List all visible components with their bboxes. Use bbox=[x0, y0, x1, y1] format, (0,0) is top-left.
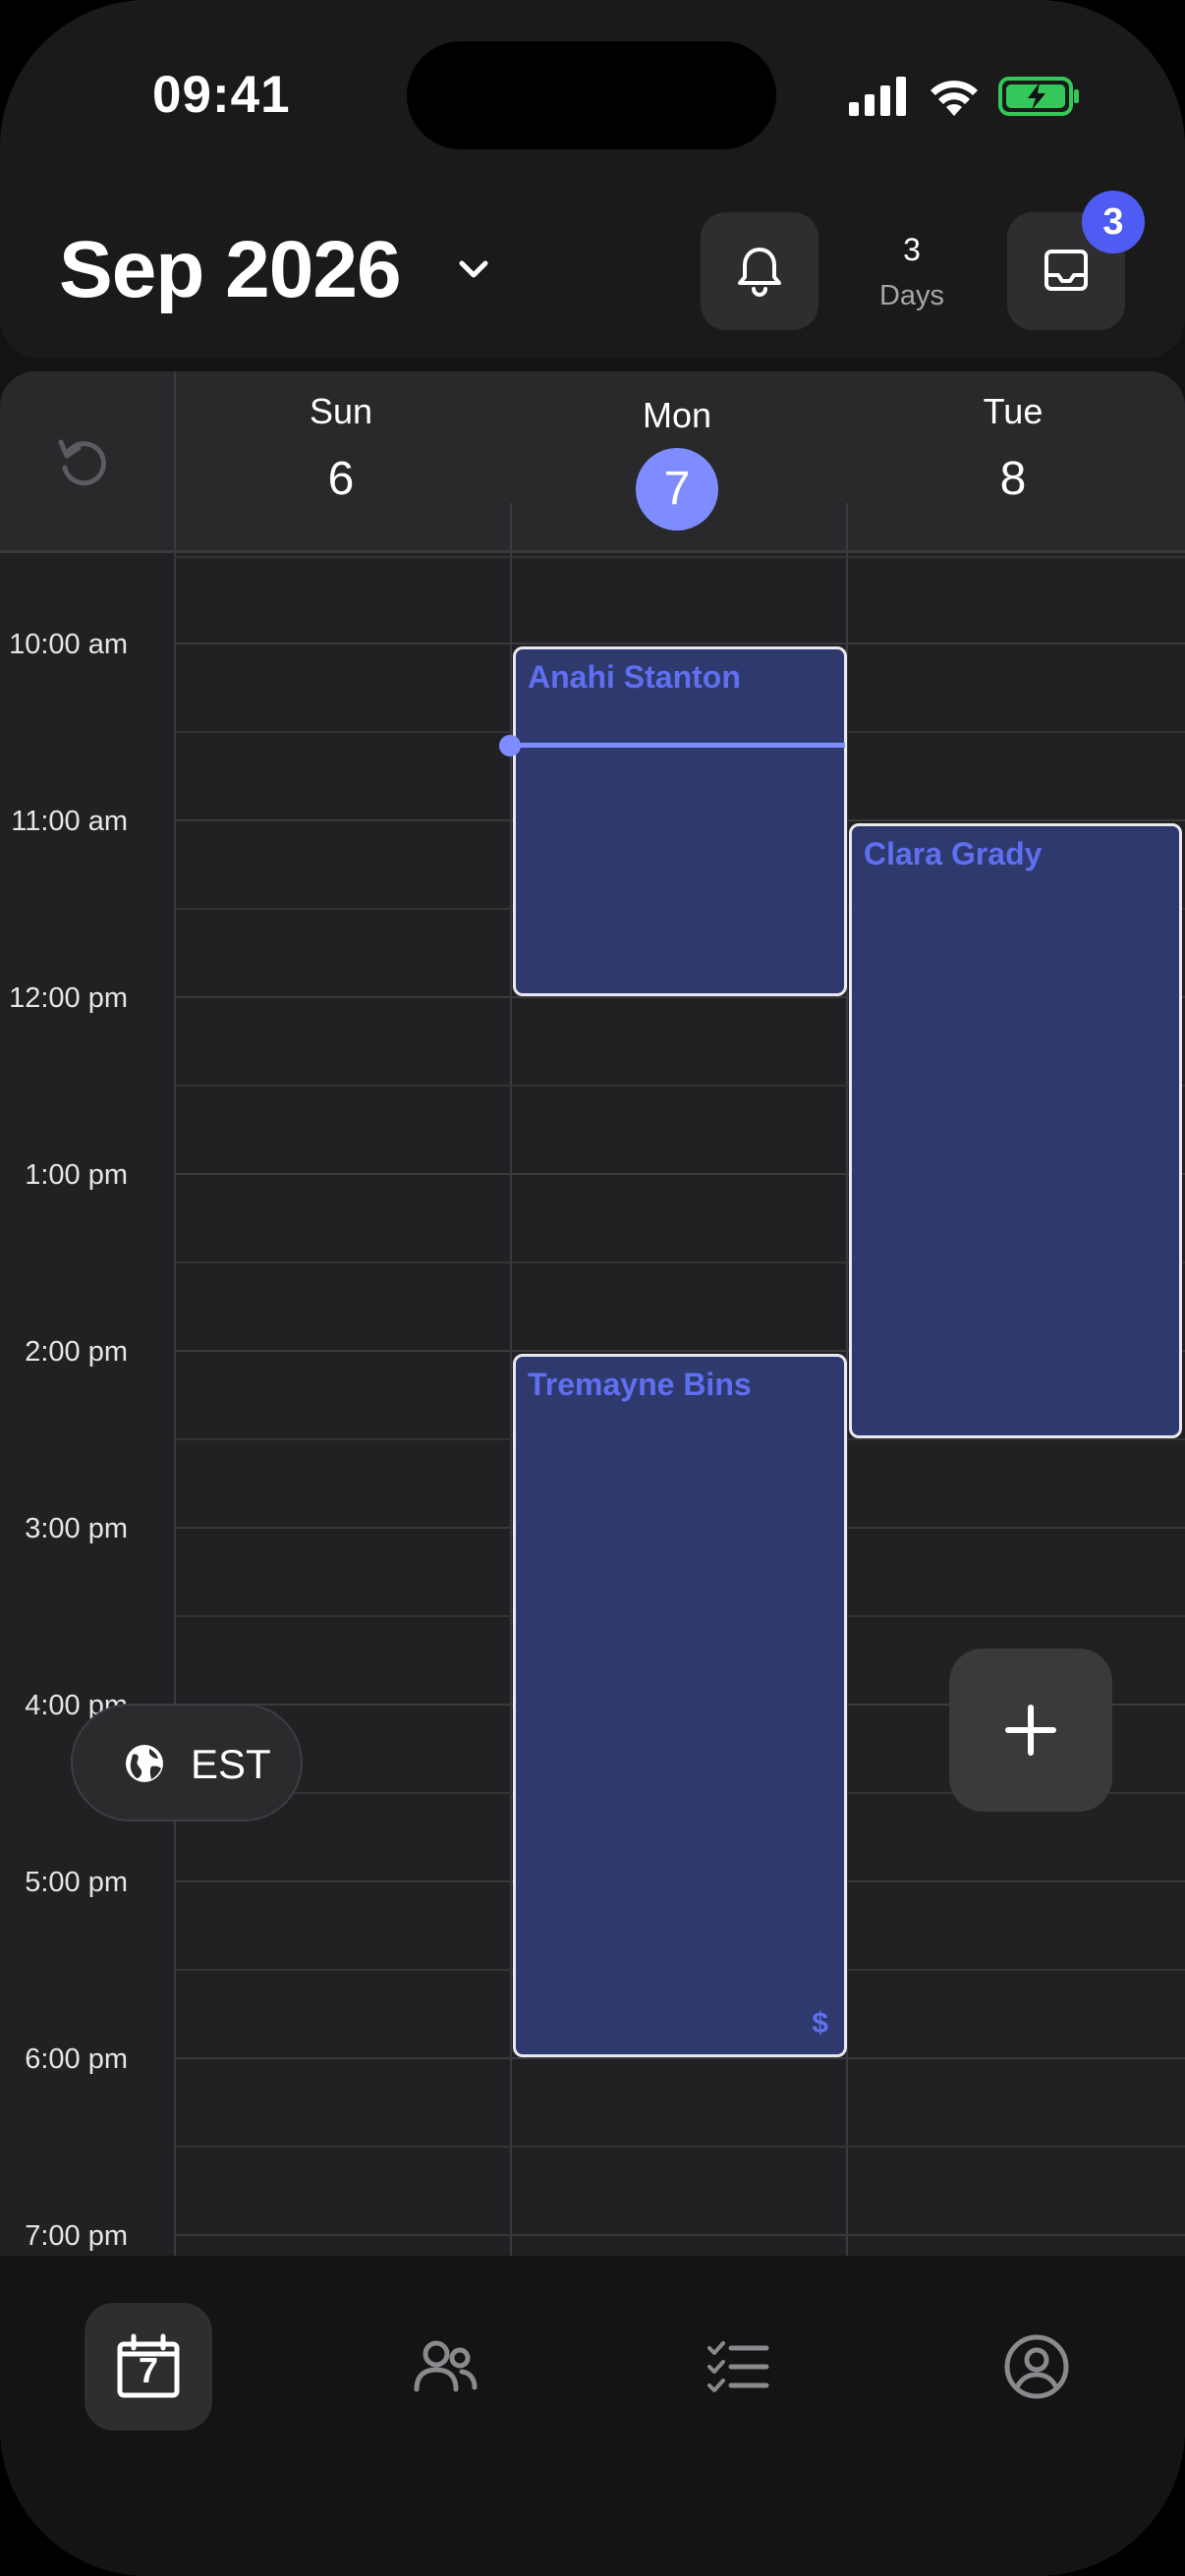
profile-icon bbox=[1004, 2334, 1069, 2399]
timezone-label: EST bbox=[191, 1741, 271, 1787]
chevron-down-icon[interactable] bbox=[456, 257, 491, 285]
payment-icon: $ bbox=[812, 2007, 828, 2040]
date-label: 6 bbox=[327, 453, 355, 505]
refresh-icon[interactable] bbox=[53, 432, 112, 491]
days-count: 3 bbox=[903, 232, 921, 267]
grid-line bbox=[175, 2146, 1185, 2148]
timezone-button[interactable]: EST bbox=[71, 1704, 303, 1821]
time-label: 7:00 pm bbox=[25, 2220, 128, 2252]
tab-clients[interactable] bbox=[381, 2303, 509, 2431]
month-title[interactable]: Sep 2026 bbox=[59, 224, 402, 316]
inbox-badge: 3 bbox=[1082, 191, 1145, 253]
event-card[interactable]: Anahi Stanton bbox=[513, 646, 847, 996]
notifications-button[interactable] bbox=[701, 212, 818, 330]
time-label: 5:00 pm bbox=[25, 1867, 128, 1898]
current-time-line bbox=[511, 743, 845, 748]
weekday-label: Tue bbox=[983, 391, 1044, 431]
event-name: Tremayne Bins bbox=[528, 1367, 752, 1402]
time-label: 11:00 am bbox=[11, 806, 128, 837]
event-name: Anahi Stanton bbox=[528, 659, 741, 695]
users-icon bbox=[414, 2340, 478, 2392]
weekday-label: Mon bbox=[642, 395, 712, 435]
time-label: 1:00 pm bbox=[25, 1159, 128, 1191]
signal-icon bbox=[849, 77, 906, 116]
time-label: 2:00 pm bbox=[25, 1336, 128, 1368]
checklist-icon bbox=[707, 2341, 769, 2392]
day-header-sun[interactable]: Sun 6 bbox=[174, 391, 508, 506]
grid-line bbox=[175, 556, 1185, 558]
days-label: Days bbox=[878, 280, 945, 311]
wifi-icon bbox=[931, 81, 978, 116]
column-divider bbox=[510, 503, 512, 2256]
tab-calendar[interactable]: 7 bbox=[85, 2303, 212, 2431]
grid-line bbox=[175, 643, 1185, 644]
globe-icon bbox=[126, 1745, 163, 1782]
bell-icon bbox=[738, 248, 781, 297]
time-label: 3:00 pm bbox=[25, 1513, 128, 1544]
event-card[interactable]: Clara Grady bbox=[849, 823, 1182, 1438]
column-divider bbox=[174, 371, 176, 2256]
selected-date-label: 7 bbox=[636, 448, 718, 531]
time-label: 12:00 pm bbox=[9, 982, 128, 1014]
add-event-button[interactable] bbox=[949, 1649, 1112, 1812]
status-time: 09:41 bbox=[152, 66, 291, 124]
weekday-label: Sun bbox=[309, 391, 373, 431]
tab-tasks[interactable] bbox=[674, 2303, 802, 2431]
days-view-toggle[interactable]: 3 Days bbox=[865, 232, 959, 312]
date-label: 8 bbox=[999, 453, 1027, 505]
battery-icon bbox=[998, 77, 1079, 116]
event-name: Clara Grady bbox=[864, 836, 1043, 871]
phone-screen: 09:41 Sep 2026 3 Days 3 Sun 6 Mon 7 Tue … bbox=[0, 0, 1185, 2576]
day-header-tue[interactable]: Tue 8 bbox=[846, 391, 1180, 506]
grid-line bbox=[175, 2057, 1185, 2059]
dynamic-island bbox=[407, 41, 776, 149]
time-label: 6:00 pm bbox=[25, 2044, 128, 2075]
time-label: 10:00 am bbox=[9, 629, 128, 660]
day-header-row: Sun 6 Mon 7 Tue 8 bbox=[0, 371, 1185, 553]
event-card[interactable]: Tremayne Bins $ bbox=[513, 1354, 847, 2057]
calendar-grid[interactable]: Sun 6 Mon 7 Tue 8 10:00 am 11:00 am 12:0… bbox=[0, 371, 1185, 2256]
calendar-day-number: 7 bbox=[138, 2350, 159, 2390]
day-header-mon[interactable]: Mon 7 bbox=[510, 395, 844, 531]
inbox-icon bbox=[1044, 250, 1088, 291]
current-time-dot bbox=[499, 735, 521, 756]
plus-icon bbox=[1005, 1705, 1056, 1756]
tab-bar: 7 bbox=[0, 2256, 1185, 2576]
tab-profile[interactable] bbox=[973, 2303, 1100, 2431]
top-header: 09:41 Sep 2026 3 Days 3 bbox=[0, 0, 1185, 359]
grid-line bbox=[175, 2234, 1185, 2236]
